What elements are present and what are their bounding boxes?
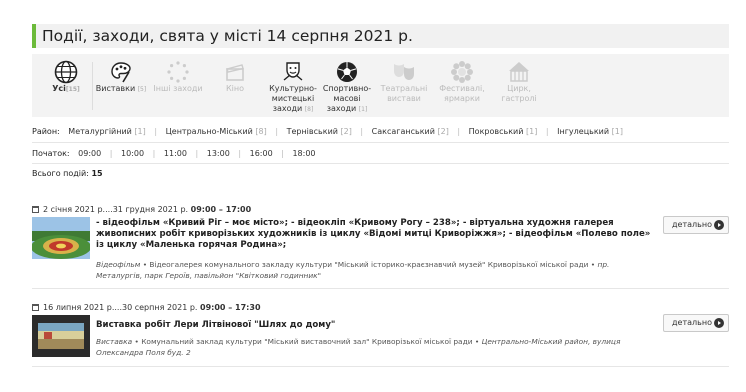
page-header: Події, заходи, свята у місті 14 серпня 2…	[32, 24, 729, 48]
event-type: Відеофільм	[96, 260, 141, 269]
calendar-icon	[32, 206, 39, 213]
time-option[interactable]: 10:00	[121, 149, 144, 158]
category-circus[interactable]: Цирк, гастролі	[494, 54, 544, 117]
category-count: [5]	[137, 86, 147, 93]
arrow-right-icon	[714, 318, 724, 328]
event-title[interactable]: - відеофільм «Кривий Ріг – моє місто»; -…	[96, 218, 656, 251]
event-thumbnail[interactable]	[32, 217, 90, 259]
culture-icon	[281, 60, 305, 84]
divider	[32, 163, 729, 164]
loading-circle-icon	[166, 60, 190, 84]
separator: |	[360, 127, 364, 136]
event-date: 2 січня 2021 р....31 грудня 2021 р. 09:0…	[32, 205, 251, 214]
district-option[interactable]: Інгулецький [1]	[557, 127, 623, 136]
event-meta: Відеофільм • Відеогалерея комунального з…	[96, 260, 610, 280]
category-count: [8]	[304, 106, 314, 113]
event-meta: Виставка • Комунальний заклад культури "…	[96, 337, 621, 357]
total-label: Всього подій:	[32, 169, 89, 178]
category-sports-events[interactable]: Спортивно-масові заходи [1]	[322, 54, 372, 117]
event-type: Виставка	[96, 337, 133, 346]
category-count: [1]	[358, 106, 368, 113]
district-option[interactable]: Тернівський [2]	[287, 127, 352, 136]
category-label: Фестивалі, ярмарки	[439, 84, 485, 103]
district-option[interactable]: Саксаганський [2]	[372, 127, 449, 136]
separator: |	[195, 149, 199, 158]
category-cinema[interactable]: Кіно	[212, 54, 258, 117]
globe-icon	[54, 60, 78, 84]
time-option[interactable]: 13:00	[207, 149, 230, 158]
clapperboard-icon	[223, 60, 247, 84]
start-time-filter: Початок: 09:00 | 10:00 | 11:00 | 13:00 |…	[32, 149, 316, 158]
details-button[interactable]: детально	[663, 216, 729, 234]
category-label: Театральні вистави	[380, 84, 428, 103]
category-divider	[92, 62, 93, 110]
separator: |	[154, 127, 158, 136]
district-filter-label: Район:	[32, 127, 60, 136]
separator: |	[545, 127, 549, 136]
category-label: Усі	[52, 84, 66, 93]
total-count: 15	[91, 169, 103, 178]
divider	[32, 142, 729, 143]
circus-tent-icon	[507, 60, 531, 84]
category-all[interactable]: Усі[15]	[46, 54, 86, 117]
district-option[interactable]: Металургійний [1]	[68, 127, 145, 136]
time-option[interactable]: 11:00	[164, 149, 187, 158]
category-count: [15]	[65, 86, 80, 93]
event-organizer[interactable]: Відеогалерея комунального закладу культу…	[149, 260, 588, 269]
separator: |	[152, 149, 156, 158]
event-title[interactable]: Виставка робіт Лери Літвінової "Шлях до …	[96, 320, 656, 331]
event-organizer[interactable]: Комунальний заклад культури "Міський вис…	[141, 337, 472, 346]
palette-icon	[109, 60, 133, 84]
category-label: Інші заходи	[153, 84, 203, 93]
soccer-ball-icon	[335, 60, 359, 84]
page-title: Події, заходи, свята у місті 14 серпня 2…	[42, 27, 413, 45]
details-button[interactable]: детально	[663, 314, 729, 332]
divider	[32, 366, 729, 367]
category-theatre[interactable]: Театральні вистави	[378, 54, 430, 117]
separator: |	[109, 149, 113, 158]
event-item: 2 січня 2021 р....31 грудня 2021 р. 09:0…	[32, 205, 729, 285]
event-date: 16 липня 2021 р....30 серпня 2021 р. 09:…	[32, 303, 261, 312]
separator: |	[457, 127, 461, 136]
category-label: Цирк, гастролі	[501, 84, 537, 103]
event-item: 16 липня 2021 р....30 серпня 2021 р. 09:…	[32, 303, 729, 365]
category-festivals[interactable]: Фестивалі, ярмарки	[436, 54, 488, 117]
district-option[interactable]: Центрально-Міський [8]	[166, 127, 267, 136]
calendar-icon	[32, 304, 39, 311]
category-label: Кіно	[225, 84, 245, 93]
category-cultural-events[interactable]: Культурно-мистецькі заходи [8]	[264, 54, 322, 117]
total-events: Всього подій: 15	[32, 169, 103, 178]
event-thumbnail[interactable]	[32, 315, 90, 357]
theatre-masks-icon	[392, 60, 416, 84]
divider	[32, 288, 729, 289]
time-option[interactable]: 18:00	[292, 149, 315, 158]
separator: |	[238, 149, 242, 158]
category-other-events[interactable]: Інші заходи	[150, 54, 206, 117]
separator: |	[275, 127, 279, 136]
category-label: Виставки	[95, 84, 136, 93]
district-filter: Район: Металургійний [1] | Центрально-Мі…	[32, 127, 623, 136]
festival-flower-icon	[450, 60, 474, 84]
time-option[interactable]: 09:00	[78, 149, 101, 158]
category-bar: Усі[15] Виставки [5] Інші заходи Кіно Ку…	[32, 54, 729, 117]
category-exhibitions[interactable]: Виставки [5]	[94, 54, 148, 117]
separator: |	[281, 149, 284, 158]
time-option[interactable]: 16:00	[250, 149, 273, 158]
district-option[interactable]: Покровський [1]	[469, 127, 538, 136]
arrow-right-icon	[714, 220, 724, 230]
start-time-label: Початок:	[32, 149, 70, 158]
